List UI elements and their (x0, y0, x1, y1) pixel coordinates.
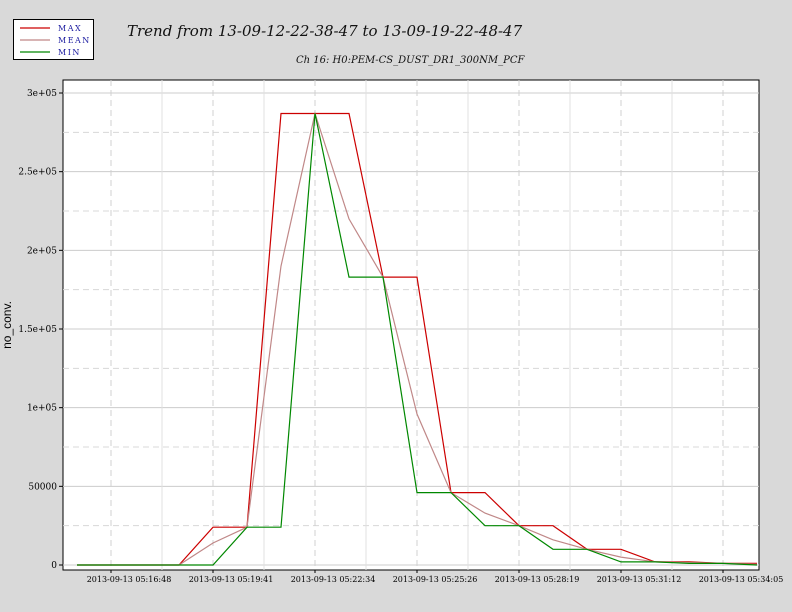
y-tick-label: 1e+05 (27, 404, 57, 414)
y-axis-label: no_conv. (0, 301, 14, 349)
y-tick-label: 1.5e+05 (18, 325, 57, 335)
x-tick-label: 2013-09-13 05:19:41 (189, 575, 274, 584)
chart-area: 0 50000 1e+05 1.5e+05 2e+05 2.5e+05 3e+05 2013… (0, 79, 784, 584)
x-tick-label: 2013-09-13 05:34:05 (699, 575, 784, 584)
y-tick-label: 0 (51, 561, 57, 571)
y-tick-label: 2.5e+05 (18, 168, 57, 178)
y-axis-ticks: 0 50000 1e+05 1.5e+05 2e+05 2.5e+05 3e+05 (18, 89, 63, 571)
x-tick-label: 2013-09-13 05:16:48 (87, 575, 172, 584)
x-tick-label: 2013-09-13 05:31:12 (597, 575, 682, 584)
plot-background (62, 79, 760, 571)
x-tick-label: 2013-09-13 05:25:26 (393, 575, 478, 584)
y-tick-label: 2e+05 (27, 246, 57, 256)
x-tick-label: 2013-09-13 05:22:34 (291, 575, 376, 584)
y-tick-label: 50000 (28, 482, 57, 492)
x-axis-ticks: 2013-09-13 05:16:48 2013-09-13 05:19:41 20… (87, 570, 784, 584)
y-tick-label: 3e+05 (27, 89, 57, 99)
x-tick-label: 2013-09-13 05:28:19 (495, 575, 580, 584)
